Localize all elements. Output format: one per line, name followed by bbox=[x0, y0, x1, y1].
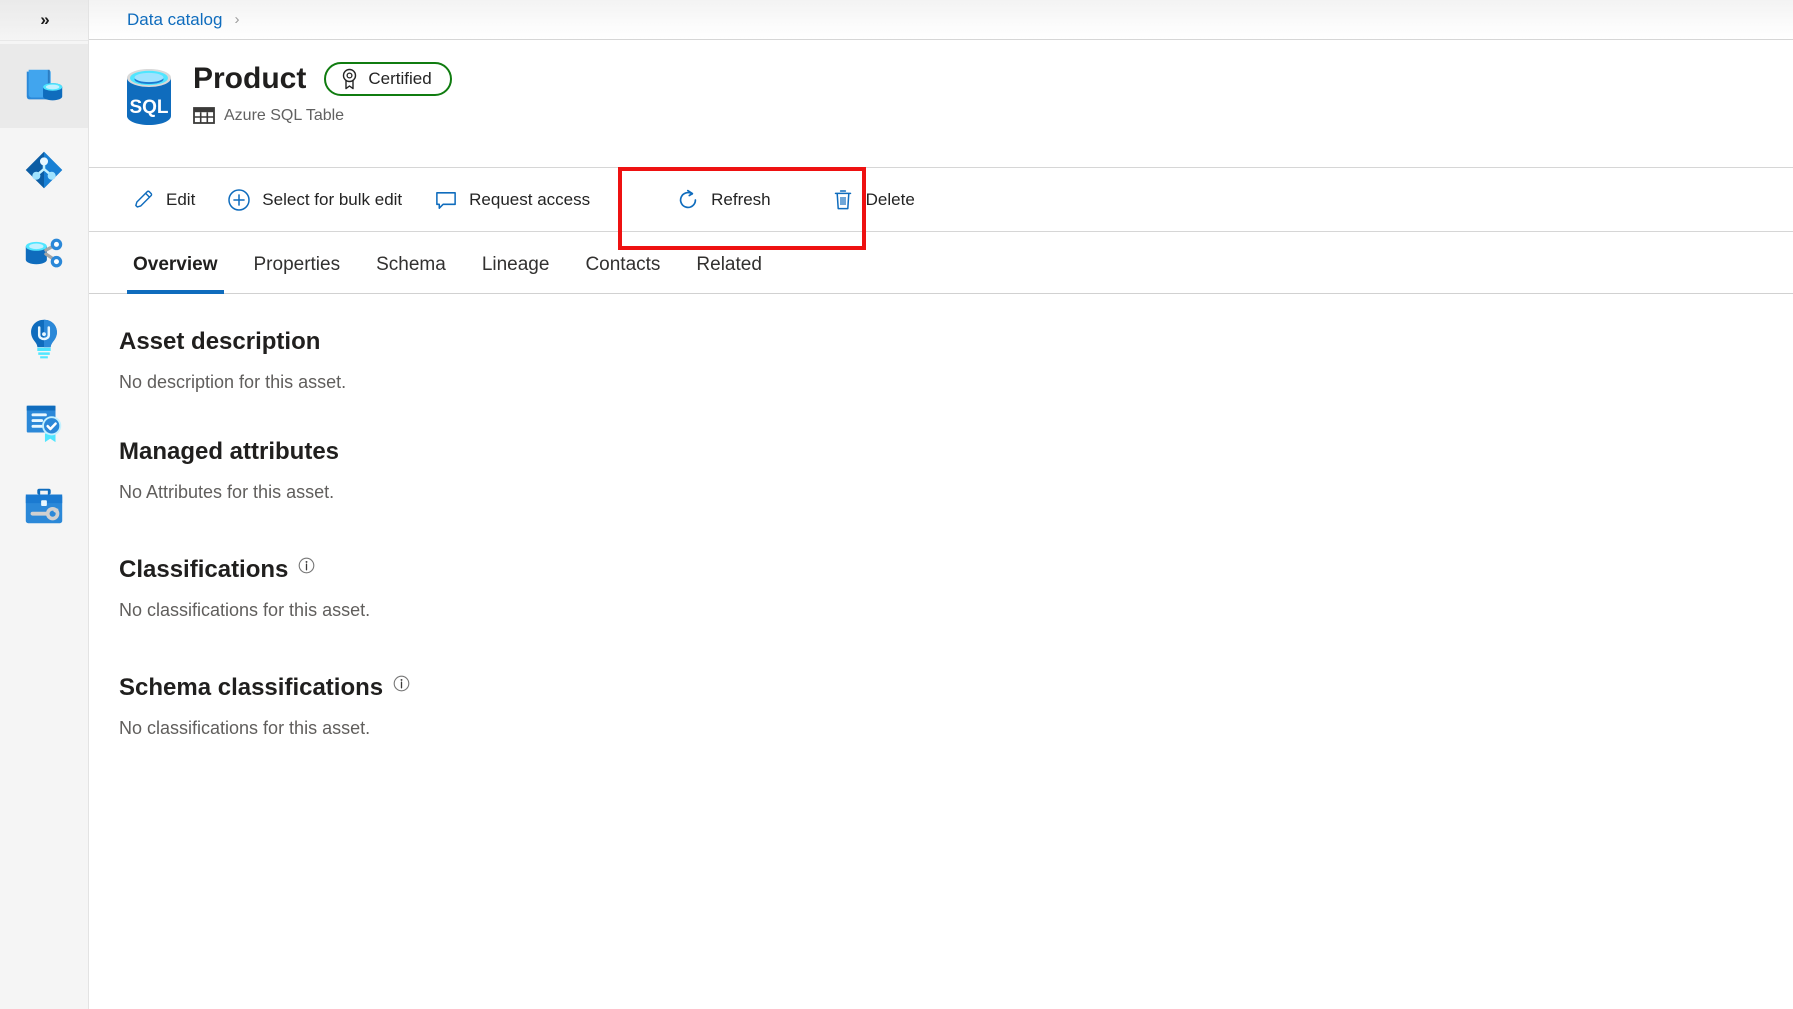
section-classifications-title: Classifications bbox=[119, 556, 288, 584]
section-schema-classifications: Schema classifications No classification… bbox=[119, 674, 1793, 740]
delete-button-label: Delete bbox=[866, 190, 915, 210]
data-map-diamond-icon bbox=[21, 147, 67, 193]
asset-header-text: Product Certified bbox=[193, 62, 452, 126]
breadcrumb: Data catalog › bbox=[89, 0, 1793, 40]
select-for-bulk-edit-button-label: Select for bulk edit bbox=[262, 190, 402, 210]
sidebar-item-data-catalog[interactable] bbox=[0, 44, 88, 128]
sidebar-item-data-policy[interactable] bbox=[0, 380, 88, 464]
section-asset-description: Asset description No description for thi… bbox=[119, 328, 1793, 394]
sidebar-item-management[interactable] bbox=[0, 464, 88, 548]
tab-schema[interactable]: Schema bbox=[358, 237, 464, 293]
section-classifications-body: No classifications for this asset. bbox=[119, 598, 1793, 622]
azure-sql-database-icon: SQL bbox=[121, 66, 177, 128]
main-column: Data catalog › SQL Product bbox=[89, 0, 1793, 1009]
briefcase-wrench-icon bbox=[21, 483, 67, 529]
select-for-bulk-edit-button[interactable]: Select for bulk edit bbox=[213, 177, 416, 223]
lightbulb-insights-icon bbox=[21, 315, 67, 361]
pencil-icon bbox=[131, 188, 155, 212]
breadcrumb-item-data-catalog[interactable]: Data catalog bbox=[127, 10, 222, 30]
tab-overview-label: Overview bbox=[133, 254, 218, 276]
section-classifications-head: Classifications bbox=[119, 556, 1793, 584]
edit-button[interactable]: Edit bbox=[117, 177, 209, 223]
refresh-circular-arrow-icon bbox=[676, 188, 700, 212]
breadcrumb-separator-icon: › bbox=[234, 11, 239, 28]
tab-list: Overview Properties Schema Lineage Conta… bbox=[89, 232, 1793, 294]
section-schema-classifications-title: Schema classifications bbox=[119, 674, 383, 702]
section-asset-description-head: Asset description bbox=[119, 328, 1793, 356]
database-share-icon bbox=[21, 231, 67, 277]
sidebar-item-data-sharing[interactable] bbox=[0, 212, 88, 296]
asset-icon-sql-text: SQL bbox=[129, 97, 168, 118]
sidebar-item-data-map[interactable] bbox=[0, 128, 88, 212]
refresh-button[interactable]: Refresh bbox=[662, 177, 785, 223]
plus-circle-icon bbox=[227, 188, 251, 212]
tab-schema-label: Schema bbox=[376, 254, 446, 276]
asset-type-label: Azure SQL Table bbox=[224, 107, 344, 125]
certificate-check-icon bbox=[21, 399, 67, 445]
section-managed-attributes: Managed attributes No Attributes for thi… bbox=[119, 438, 1793, 504]
section-managed-attributes-head: Managed attributes bbox=[119, 438, 1793, 466]
classifications-info-icon[interactable] bbox=[298, 557, 315, 579]
expand-nav-chevron-icon[interactable]: » bbox=[27, 5, 61, 35]
section-schema-classifications-head: Schema classifications bbox=[119, 674, 1793, 702]
request-access-button[interactable]: Request access bbox=[420, 177, 604, 223]
schema-classifications-info-icon[interactable] bbox=[393, 675, 410, 697]
refresh-button-label: Refresh bbox=[711, 190, 771, 210]
tab-properties-label: Properties bbox=[254, 254, 341, 276]
rail-items bbox=[0, 41, 88, 548]
tab-related-label: Related bbox=[696, 254, 762, 276]
rail-header: » bbox=[0, 0, 88, 41]
section-asset-description-title: Asset description bbox=[119, 328, 320, 356]
tab-contacts-label: Contacts bbox=[585, 254, 660, 276]
tab-overview[interactable]: Overview bbox=[115, 237, 236, 293]
app-root: » bbox=[0, 0, 1793, 1009]
tab-lineage-label: Lineage bbox=[482, 254, 550, 276]
asset-type-icon-wrap: SQL bbox=[121, 66, 177, 126]
table-grid-icon bbox=[193, 106, 215, 126]
left-nav-rail: » bbox=[0, 0, 89, 1009]
section-classifications: Classifications No classifications for t… bbox=[119, 556, 1793, 622]
section-managed-attributes-body: No Attributes for this asset. bbox=[119, 480, 1793, 504]
overview-panel: Asset description No description for thi… bbox=[89, 294, 1793, 1009]
asset-header: SQL Product Certified bbox=[89, 40, 1793, 168]
delete-button[interactable]: Delete bbox=[817, 177, 929, 223]
certification-ribbon-icon bbox=[340, 68, 359, 90]
sidebar-item-data-estate-insights[interactable] bbox=[0, 296, 88, 380]
command-bar: Edit Select for bulk edit Request a bbox=[89, 168, 1793, 232]
tab-related[interactable]: Related bbox=[678, 237, 780, 293]
trash-bin-icon bbox=[831, 188, 855, 212]
comment-bubble-icon bbox=[434, 188, 458, 212]
section-asset-description-body: No description for this asset. bbox=[119, 370, 1793, 394]
book-database-icon bbox=[21, 63, 67, 109]
page-title: Product bbox=[193, 62, 306, 96]
request-access-button-label: Request access bbox=[469, 190, 590, 210]
tab-lineage[interactable]: Lineage bbox=[464, 237, 568, 293]
asset-type-row: Azure SQL Table bbox=[193, 106, 452, 126]
status-badge-certified[interactable]: Certified bbox=[324, 62, 451, 96]
tab-contacts[interactable]: Contacts bbox=[567, 237, 678, 293]
status-badge-label: Certified bbox=[368, 69, 431, 89]
tab-properties[interactable]: Properties bbox=[236, 237, 359, 293]
section-managed-attributes-title: Managed attributes bbox=[119, 438, 339, 466]
edit-button-label: Edit bbox=[166, 190, 195, 210]
section-schema-classifications-body: No classifications for this asset. bbox=[119, 716, 1793, 740]
asset-title-row: Product Certified bbox=[193, 62, 452, 96]
